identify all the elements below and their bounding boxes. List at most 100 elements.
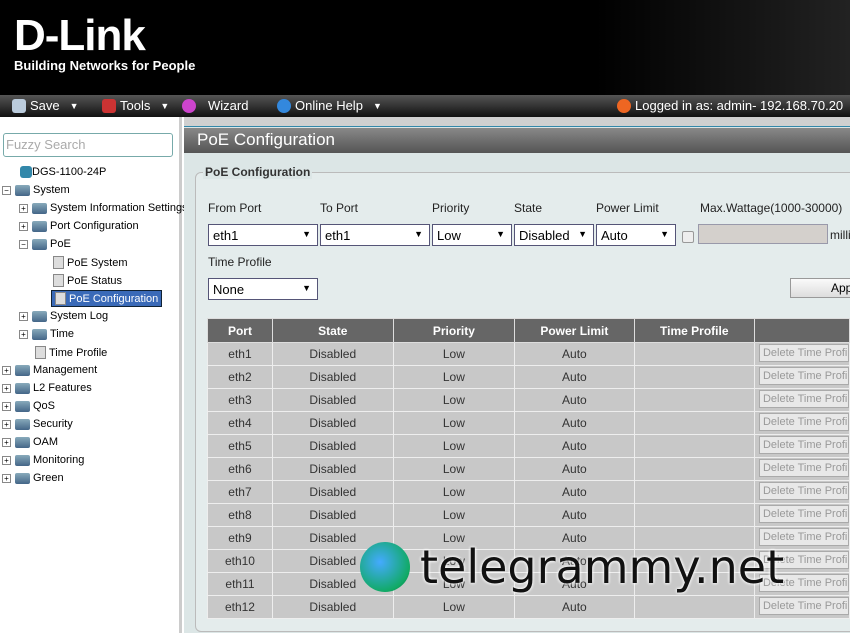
table-cell: Auto: [514, 434, 635, 458]
tree-monitoring[interactable]: + Monitoring: [2, 454, 84, 466]
folder-icon: [15, 364, 30, 376]
save-label: Save: [30, 98, 60, 113]
tree-time[interactable]: + Time: [19, 328, 74, 340]
delete-time-profile-button[interactable]: Delete Time Profile: [758, 527, 849, 546]
table-cell: Disabled: [271, 365, 394, 389]
table-cell: Low: [392, 388, 516, 412]
table-cell: eth3: [207, 388, 273, 412]
table-cell: Low: [392, 457, 516, 481]
state-select[interactable]: Disabled ▼: [514, 224, 594, 246]
tree-label: Time Profile: [49, 346, 108, 359]
apply-button[interactable]: Apply: [790, 278, 850, 298]
table-cell: Disabled: [271, 503, 394, 527]
table-row: eth11 Disabled Low Auto Delete Time Profile: [207, 572, 850, 596]
tree-poe[interactable]: − PoE: [19, 238, 71, 250]
folder-icon: [15, 454, 30, 466]
sidebar: Fuzzy Search DGS-1100-24P − System + Syste…: [0, 117, 188, 633]
power-limit-select[interactable]: Auto ▼: [596, 224, 676, 246]
folder-icon: [15, 382, 30, 394]
expand-icon: +: [19, 203, 28, 213]
tree-qos[interactable]: + QoS: [2, 400, 55, 412]
max-wattage-input[interactable]: [698, 224, 828, 244]
tree-poe-configuration[interactable]: PoE Configuration: [51, 290, 163, 307]
tree-security[interactable]: + Security: [2, 418, 73, 430]
from-port-select[interactable]: eth1 ▼: [208, 224, 318, 246]
save-menu[interactable]: Save ▼: [12, 98, 79, 113]
folder-icon: [32, 238, 47, 250]
folder-icon: [32, 310, 47, 322]
online-help-menu[interactable]: Online Help ▼: [277, 98, 382, 113]
time-profile-select[interactable]: None ▼: [208, 278, 318, 300]
logged-in-text: Logged in as: admin- 192.168.70.20: [635, 98, 844, 113]
wizard-button[interactable]: Wizard: [182, 98, 248, 113]
delete-time-profile-button[interactable]: Delete Time Profile: [758, 504, 849, 523]
tree-system-log[interactable]: + System Log: [19, 310, 108, 322]
delete-time-profile-button[interactable]: Delete Time Profile: [758, 389, 849, 408]
table-row: eth1 Disabled Low Auto Delete Time Profile: [207, 342, 850, 366]
table-cell: Disabled: [271, 572, 394, 596]
table-cell: eth2: [207, 365, 273, 389]
action-cell: Delete Time Profile: [753, 503, 850, 527]
tree-label: Management: [33, 364, 98, 376]
tree-green[interactable]: + Green: [2, 472, 64, 484]
table-cell: Low: [392, 365, 516, 389]
tree-label: System: [33, 184, 70, 196]
tree-poe-system[interactable]: PoE System: [53, 256, 128, 269]
login-info: Logged in as: admin- 192.168.70.20: [617, 98, 843, 113]
delete-time-profile-button[interactable]: Delete Time Profile: [758, 550, 849, 569]
action-cell: Delete Time Profile: [753, 549, 850, 573]
delete-time-profile-button[interactable]: Delete Time Profile: [758, 412, 849, 431]
delete-time-profile-button[interactable]: Delete Time Profile: [758, 458, 849, 477]
tree-label: Monitoring: [33, 454, 85, 466]
action-cell: Delete Time Profile: [753, 342, 850, 366]
max-wattage-checkbox[interactable]: [682, 231, 694, 243]
tree-management[interactable]: + Management: [2, 364, 97, 376]
folder-icon: [15, 436, 30, 448]
priority-select[interactable]: Low ▼: [432, 224, 512, 246]
table-cell: Disabled: [271, 526, 394, 550]
folder-icon: [32, 220, 47, 232]
expand-icon: +: [2, 365, 11, 375]
tree-oam[interactable]: + OAM: [2, 436, 58, 448]
table-cell: Auto: [514, 549, 635, 573]
state-value: Disabled: [519, 228, 570, 243]
folder-icon: [32, 328, 47, 340]
column-header: Time Profile: [633, 318, 755, 343]
table-cell: Disabled: [271, 480, 394, 504]
table-cell: Disabled: [271, 411, 394, 435]
table-cell: Disabled: [271, 549, 394, 573]
tree-system-info[interactable]: + System Information Settings: [19, 202, 188, 214]
tree-port-config[interactable]: + Port Configuration: [19, 220, 139, 232]
tree-poe-status[interactable]: PoE Status: [53, 274, 122, 287]
column-header: [753, 318, 850, 343]
table-cell: Low: [392, 549, 516, 573]
table-cell: eth7: [207, 480, 273, 504]
delete-time-profile-button[interactable]: Delete Time Profile: [758, 573, 849, 592]
table-cell: Low: [392, 434, 516, 458]
tree-label: PoE Status: [67, 274, 123, 287]
table-row: eth5 Disabled Low Auto Delete Time Profile: [207, 434, 850, 458]
delete-time-profile-button[interactable]: Delete Time Profile: [758, 596, 849, 615]
table-cell: [633, 480, 755, 504]
table-cell: [633, 342, 755, 366]
action-cell: Delete Time Profile: [753, 434, 850, 458]
main-content: PoE Configuration PoE Configuration From…: [184, 117, 850, 633]
tools-menu[interactable]: Tools ▼: [102, 98, 169, 113]
delete-time-profile-button[interactable]: Delete Time Profile: [758, 343, 849, 362]
tree-system[interactable]: − System: [2, 184, 70, 196]
table-cell: Auto: [514, 595, 635, 619]
delete-time-profile-button[interactable]: Delete Time Profile: [758, 366, 849, 385]
tree-time-profile[interactable]: Time Profile: [35, 346, 107, 359]
fuzzy-search-input[interactable]: Fuzzy Search: [3, 133, 173, 157]
to-port-select[interactable]: eth1 ▼: [320, 224, 430, 246]
table-cell: Low: [392, 411, 516, 435]
dropdown-arrow-icon: ▼: [496, 229, 505, 239]
delete-time-profile-button[interactable]: Delete Time Profile: [758, 435, 849, 454]
table-cell: [633, 457, 755, 481]
dropdown-arrow-icon: ▼: [302, 283, 311, 293]
expand-icon: +: [19, 311, 28, 321]
tree-l2-features[interactable]: + L2 Features: [2, 382, 92, 394]
delete-time-profile-button[interactable]: Delete Time Profile: [758, 481, 849, 500]
tree-label: System Information Settings: [50, 202, 188, 214]
tree-device[interactable]: DGS-1100-24P: [20, 166, 106, 178]
